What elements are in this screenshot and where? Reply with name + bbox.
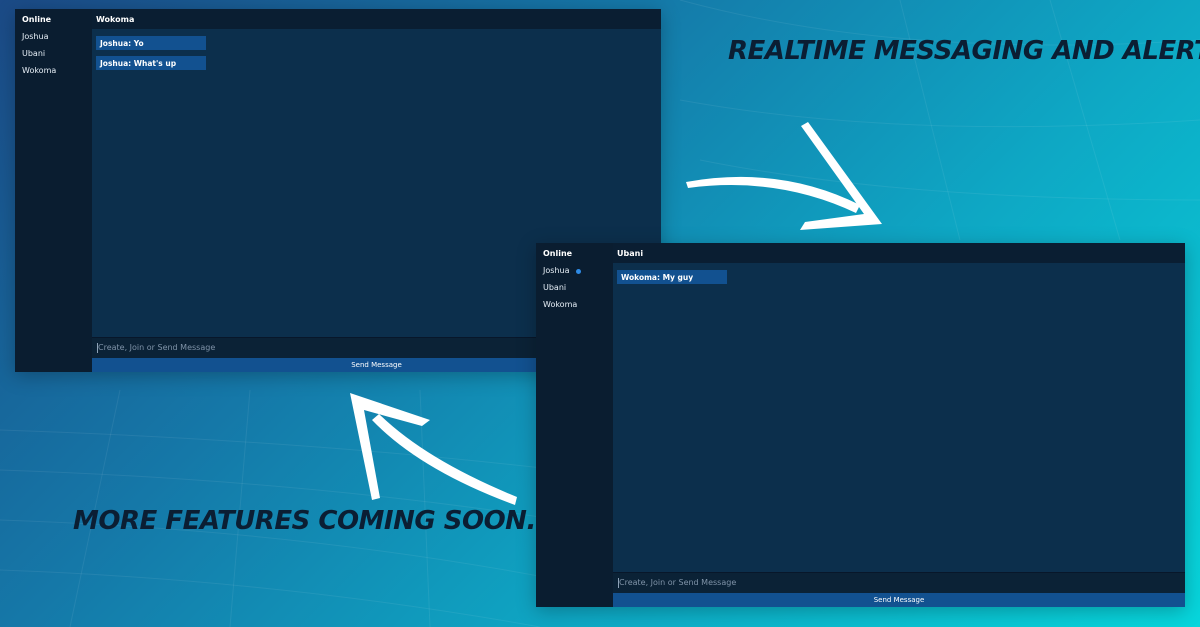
online-heading: Online bbox=[22, 15, 52, 24]
sidebar-item-ubani[interactable]: Ubani bbox=[22, 49, 45, 58]
sidebar-item-wokoma[interactable]: Wokoma bbox=[543, 300, 577, 309]
message-bubble: Joshua: Yo bbox=[96, 36, 206, 50]
online-sidebar: Online Joshua Ubani Wokoma bbox=[15, 9, 92, 372]
input-placeholder: Create, Join or Send Message bbox=[98, 343, 216, 352]
online-sidebar: Online Joshua Ubani Wokoma bbox=[536, 243, 613, 607]
message-bubble: Wokoma: My guy bbox=[617, 270, 727, 284]
sidebar-item-wokoma[interactable]: Wokoma bbox=[22, 66, 56, 75]
online-heading: Online bbox=[543, 249, 573, 258]
headline-text: REALTIME MESSAGING AND ALERTS bbox=[728, 36, 1200, 66]
send-message-button[interactable]: Send Message bbox=[613, 593, 1185, 607]
chat-title: Wokoma bbox=[96, 15, 135, 24]
chat-window-ubani: Online Joshua Ubani Wokoma Ubani Wokoma:… bbox=[536, 243, 1185, 607]
input-placeholder: Create, Join or Send Message bbox=[619, 578, 737, 587]
chat-header: Wokoma bbox=[92, 9, 661, 29]
message-input[interactable]: Create, Join or Send Message bbox=[613, 572, 1185, 593]
sidebar-item-joshua[interactable]: Joshua bbox=[543, 266, 569, 275]
chat-header: Ubani bbox=[613, 243, 1185, 263]
chat-title: Ubani bbox=[617, 249, 644, 258]
message-bubble: Joshua: What's up bbox=[96, 56, 206, 70]
online-status-dot-icon bbox=[576, 269, 581, 274]
sidebar-item-joshua[interactable]: Joshua bbox=[22, 32, 48, 41]
footer-text: MORE FEATURES COMING SOON. bbox=[73, 506, 536, 536]
sidebar-item-ubani[interactable]: Ubani bbox=[543, 283, 566, 292]
